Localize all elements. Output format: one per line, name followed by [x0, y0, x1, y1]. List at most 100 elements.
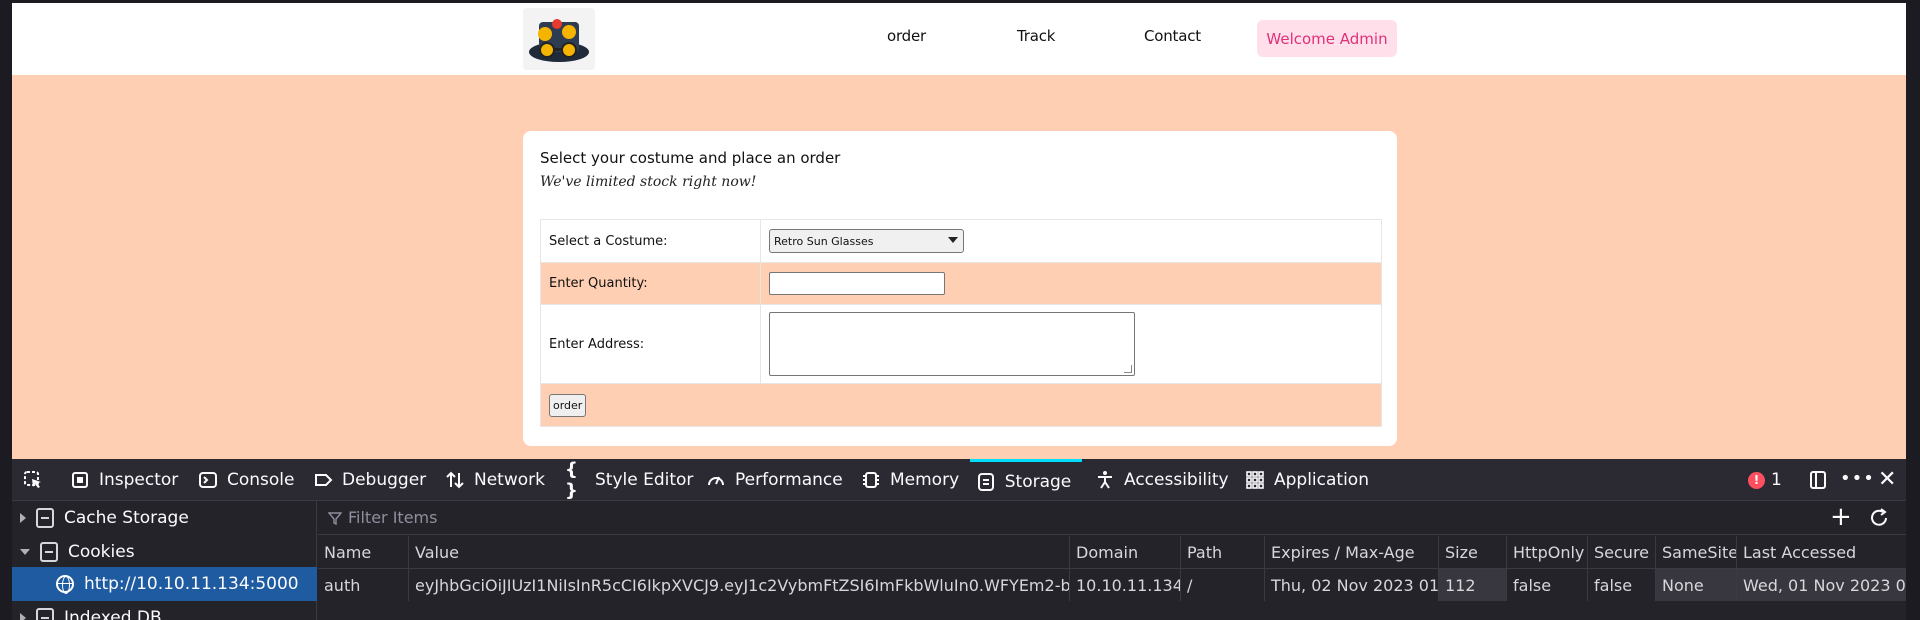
site-logo[interactable] [523, 8, 595, 70]
form-row-costume: Select a Costume: Retro Sun Glasses [541, 220, 1381, 263]
sidebar-item-label: Cookies [68, 542, 135, 562]
tab-performance[interactable]: Performance [705, 459, 843, 501]
memory-icon [860, 469, 882, 491]
navbar: order Track Contact Welcome Admin [12, 3, 1906, 75]
column-header-httponly[interactable]: HttpOnly [1507, 536, 1588, 568]
tab-memory-label: Memory [890, 470, 960, 490]
quantity-input[interactable] [769, 272, 945, 295]
more-icon[interactable]: ••• [1840, 468, 1875, 489]
cell-secure[interactable]: false [1588, 569, 1656, 601]
performance-icon [705, 469, 727, 491]
error-count: 1 [1771, 470, 1782, 490]
costume-select-value: Retro Sun Glasses [774, 234, 874, 248]
tab-performance-label: Performance [735, 470, 843, 490]
nav-link-contact[interactable]: Contact [1144, 27, 1201, 45]
web-page: order Track Contact Welcome Admin Select… [12, 0, 1906, 459]
tab-network-label: Network [474, 470, 545, 490]
filter-icon [328, 511, 342, 525]
storage-sidebar: Cache Storage Cookies http://10.10.11.13… [12, 501, 317, 620]
filter-input[interactable]: Filter Items [348, 508, 437, 527]
database-icon [40, 542, 58, 562]
card-title: Select your costume and place an order [540, 149, 841, 167]
tab-application[interactable]: Application [1244, 459, 1369, 501]
tab-style-editor[interactable]: { } Style Editor [565, 459, 693, 501]
tab-console-label: Console [227, 470, 295, 490]
order-card: Select your costume and place an order W… [523, 131, 1397, 446]
database-icon [36, 508, 54, 528]
tab-debugger[interactable]: Debugger [312, 459, 426, 501]
quantity-label: Enter Quantity: [541, 263, 761, 304]
column-header-last-accessed[interactable]: Last Accessed [1737, 536, 1906, 568]
console-icon [197, 469, 219, 491]
cookie-table-pane: Filter Items + Name Value Domain Path Ex… [318, 501, 1906, 620]
cell-samesite[interactable]: None [1656, 569, 1737, 601]
table-row[interactable]: auth eyJhbGciOiJIUzI1NiIsInR5cCI6IkpXVCJ… [318, 569, 1906, 601]
column-header-secure[interactable]: Secure [1588, 536, 1656, 568]
cell-last-accessed[interactable]: Wed, 01 Nov 2023 01... [1737, 569, 1906, 601]
error-count-button[interactable]: ! 1 [1748, 459, 1782, 501]
column-header-samesite[interactable]: SameSite [1656, 536, 1737, 568]
nav-link-track[interactable]: Track [1017, 27, 1055, 45]
globe-icon [56, 575, 74, 594]
devtools-toolbar: Inspector Console Debugger Network { } S… [12, 459, 1906, 501]
inspector-icon [69, 469, 91, 491]
cell-name[interactable]: auth [318, 569, 409, 601]
column-header-name[interactable]: Name [318, 536, 409, 568]
welcome-admin-button[interactable]: Welcome Admin [1257, 20, 1397, 57]
order-submit-button[interactable]: order [549, 393, 587, 417]
tab-console[interactable]: Console [197, 459, 295, 501]
column-header-path[interactable]: Path [1181, 536, 1265, 568]
sidebar-item-cache-storage[interactable]: Cache Storage [12, 501, 317, 535]
nav-link-order[interactable]: order [887, 27, 926, 45]
chevron-right-icon[interactable] [20, 613, 26, 620]
column-header-expires[interactable]: Expires / Max-Age [1265, 536, 1439, 568]
add-icon[interactable]: + [1830, 504, 1852, 530]
close-icon[interactable]: ✕ [1878, 467, 1896, 492]
chevron-right-icon[interactable] [20, 513, 26, 523]
column-header-domain[interactable]: Domain [1070, 536, 1181, 568]
tab-application-label: Application [1274, 470, 1369, 490]
style-editor-icon: { } [565, 459, 578, 501]
sidebar-item-label: Cache Storage [64, 508, 189, 528]
cell-size[interactable]: 112 [1439, 569, 1507, 601]
costume-select[interactable]: Retro Sun Glasses [769, 229, 964, 253]
refresh-icon[interactable] [1868, 507, 1890, 529]
form-row-address: Enter Address: [541, 305, 1381, 384]
address-label: Enter Address: [541, 305, 761, 383]
dock-icon[interactable] [1808, 470, 1828, 490]
tab-memory[interactable]: Memory [860, 459, 959, 501]
form-row-submit: order [541, 384, 1381, 426]
sidebar-item-label: http://10.10.11.134:5000 [84, 574, 299, 594]
devtools-panel: Inspector Console Debugger Network { } S… [12, 459, 1906, 620]
cell-value[interactable]: eyJhbGciOiJIUzI1NiIsInR5cCI6IkpXVCJ9.eyJ… [409, 569, 1070, 601]
column-header-size[interactable]: Size [1439, 536, 1507, 568]
filter-bar: Filter Items + [318, 501, 1906, 535]
form-row-quantity: Enter Quantity: [541, 263, 1381, 305]
column-header-value[interactable]: Value [409, 536, 1070, 568]
resize-grip-icon[interactable] [1124, 365, 1132, 373]
tab-accessibility-label: Accessibility [1124, 470, 1229, 490]
element-picker-button[interactable] [22, 459, 52, 501]
cell-domain[interactable]: 10.10.11.134 [1070, 569, 1181, 601]
sidebar-item-cookies[interactable]: Cookies [12, 535, 317, 569]
address-textarea[interactable] [769, 312, 1135, 376]
cell-httponly[interactable]: false [1507, 569, 1588, 601]
tab-accessibility[interactable]: Accessibility [1094, 459, 1229, 501]
sidebar-item-cookie-host[interactable]: http://10.10.11.134:5000 [12, 567, 317, 601]
tab-inspector[interactable]: Inspector [69, 459, 178, 501]
costume-label: Select a Costume: [541, 220, 761, 262]
cell-expires[interactable]: Thu, 02 Nov 2023 01... [1265, 569, 1439, 601]
costume-logo-icon [529, 19, 589, 62]
sidebar-item-label: Indexed DB [64, 608, 162, 620]
cell-path[interactable]: / [1181, 569, 1265, 601]
card-subtitle: We've limited stock right now! [540, 174, 757, 190]
chevron-down-icon[interactable] [20, 549, 30, 555]
tab-network[interactable]: Network [444, 459, 545, 501]
sidebar-item-indexed-db[interactable]: Indexed DB [12, 601, 317, 620]
tab-style-editor-label: Style Editor [595, 470, 694, 490]
debugger-icon [312, 469, 334, 491]
network-icon [444, 469, 466, 491]
tab-storage[interactable]: Storage [970, 459, 1082, 501]
window-edge [1906, 0, 1920, 459]
database-icon [36, 608, 54, 620]
